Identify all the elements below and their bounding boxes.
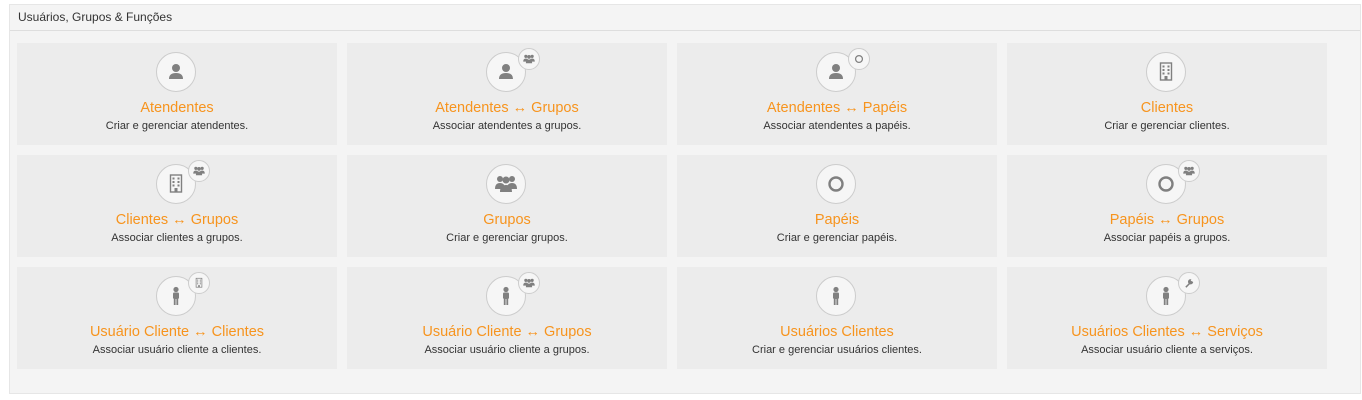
group-icon — [518, 48, 540, 70]
building-icon — [1146, 52, 1186, 92]
tile-title[interactable]: Papéis — [677, 211, 997, 229]
building-icon — [188, 272, 210, 294]
tile-papéis[interactable]: Papéis Criar e gerenciar papéis. — [677, 155, 997, 257]
tile-description: Associar usuário cliente a grupos. — [424, 344, 590, 356]
tile-title[interactable]: Atendentes ↔ Papéis — [677, 99, 997, 117]
tile-description: Associar papéis a grupos. — [1103, 232, 1231, 244]
tile-grupos[interactable]: Grupos Criar e gerenciar grupos. — [347, 155, 667, 257]
tile-title[interactable]: Clientes — [1007, 99, 1327, 117]
tile-description: Associar clientes a grupos. — [111, 232, 243, 244]
tile-usuário-cliente-grupos[interactable]: Usuário Cliente ↔ Grupos Associar usuário… — [347, 267, 667, 369]
tile-title[interactable]: Usuários Clientes ↔ Serviços — [1007, 323, 1327, 341]
tile-title[interactable]: Usuários Clientes — [677, 323, 997, 341]
tile-description: Criar e gerenciar grupos. — [446, 232, 568, 244]
tile-usuários-clientes-serviços[interactable]: Usuários Clientes ↔ Serviços Associar usu… — [1007, 267, 1327, 369]
tile-description: Associar atendentes a grupos. — [432, 120, 582, 132]
tile-description: Criar e gerenciar clientes. — [1104, 120, 1230, 132]
tile-description: Associar atendentes a papéis. — [763, 120, 911, 132]
tile-title[interactable]: Atendentes — [17, 99, 337, 117]
group-icon — [486, 164, 526, 204]
tile-description: Associar usuário cliente a serviços. — [1081, 344, 1253, 356]
group-icon — [188, 160, 210, 182]
tile-clientes[interactable]: Clientes Criar e gerenciar clientes. — [1007, 43, 1327, 145]
role-circle-icon — [816, 164, 856, 204]
tile-atendentes-papéis[interactable]: Atendentes ↔ Papéis Associar atendentes a… — [677, 43, 997, 145]
tile-description: Associar usuário cliente a clientes. — [92, 344, 262, 356]
tile-title[interactable]: Papéis ↔ Grupos — [1007, 211, 1327, 229]
tile-atendentes[interactable]: Atendentes Criar e gerenciar atendentes. — [17, 43, 337, 145]
wrench-icon — [1178, 272, 1200, 294]
tile-title[interactable]: Usuário Cliente ↔ Clientes — [17, 323, 337, 341]
tile-grid: Atendentes Criar e gerenciar atendentes. A… — [17, 43, 1327, 369]
tile-title[interactable]: Clientes ↔ Grupos — [17, 211, 337, 229]
tile-title[interactable]: Atendentes ↔ Grupos — [347, 99, 667, 117]
tile-description: Criar e gerenciar usuários clientes. — [752, 344, 922, 356]
group-icon — [518, 272, 540, 294]
tile-description: Criar e gerenciar papéis. — [776, 232, 898, 244]
tile-usuário-cliente-clientes[interactable]: Usuário Cliente ↔ Clientes Associar usuár… — [17, 267, 337, 369]
role-circle-icon — [848, 48, 870, 70]
tile-title[interactable]: Usuário Cliente ↔ Grupos — [347, 323, 667, 341]
tile-atendentes-grupos[interactable]: Atendentes ↔ Grupos Associar atendentes a… — [347, 43, 667, 145]
tile-description: Criar e gerenciar atendentes. — [105, 120, 249, 132]
tile-clientes-grupos[interactable]: Clientes ↔ Grupos Associar clientes a gru… — [17, 155, 337, 257]
tile-title[interactable]: Grupos — [347, 211, 667, 229]
customer-user-icon — [816, 276, 856, 316]
panel-title: Usuários, Grupos & Funções — [10, 5, 1360, 31]
group-icon — [1178, 160, 1200, 182]
tile-usuários-clientes[interactable]: Usuários Clientes Criar e gerenciar usuár… — [677, 267, 997, 369]
person-icon — [156, 52, 196, 92]
tile-papéis-grupos[interactable]: Papéis ↔ Grupos Associar papéis a grupos. — [1007, 155, 1327, 257]
